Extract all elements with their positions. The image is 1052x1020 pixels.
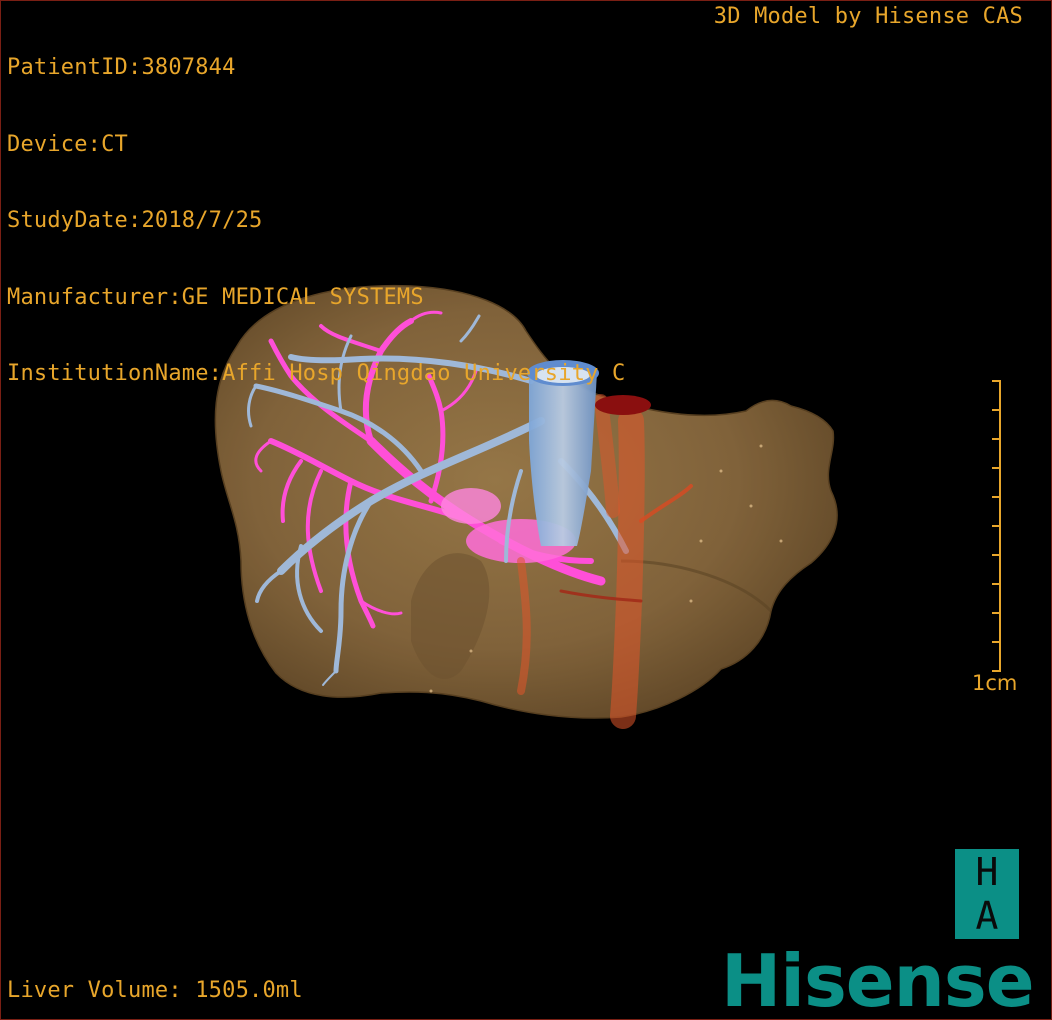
model-credit: 3D Model by Hisense CAS [713,4,1023,29]
institution-label: InstitutionName:Affi Hosp Qingdao Univer… [7,361,626,386]
device-label: Device:CT [7,131,129,157]
portal-trunk [441,488,501,524]
scale-bar [992,380,1001,672]
hisense-wordmark: Hisense [721,939,1035,1020]
ha-logo-top-letter: H [975,850,999,894]
manufacturer-label: Manufacturer:GE MEDICAL SYSTEMS [7,284,424,310]
liver-volume-readout: Liver Volume: 1505.0ml [7,978,303,1003]
scale-label: 1cm [972,671,1018,695]
ha-logo-bottom-letter: A [975,894,999,938]
patient-id-label: PatientID:3807844 [7,55,236,80]
study-date-label: StudyDate:2018/7/25 [7,208,263,233]
study-metadata: PatientID:3807844 Device:CT StudyDate:20… [7,4,625,438]
3d-model-viewport[interactable]: PatientID:3807844 Device:CT StudyDate:20… [0,0,1052,1020]
ha-logo: H A [955,849,1019,939]
